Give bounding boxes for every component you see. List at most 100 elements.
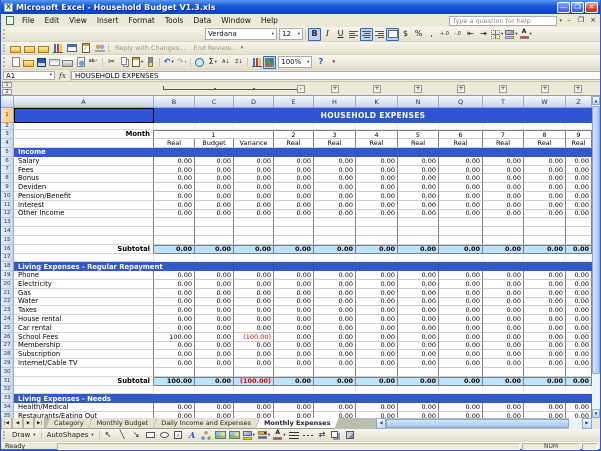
print-preview-button[interactable] [74, 56, 87, 69]
sort-descending-button[interactable]: Z↓ [232, 56, 245, 69]
redo-button[interactable]: ↷ ▾ [175, 56, 188, 69]
cell[interactable]: Real [274, 139, 314, 148]
cell[interactable]: 0.00 [356, 288, 398, 298]
cell[interactable] [314, 227, 356, 236]
previous-sheet-button[interactable]: ◀ [12, 418, 23, 429]
cell[interactable]: 0.00 [314, 279, 356, 289]
cell[interactable] [274, 385, 314, 395]
chevron-down-icon[interactable]: ▾ [215, 60, 217, 65]
cell[interactable]: 0.00 [154, 306, 195, 316]
cell[interactable]: 0.00 [274, 183, 314, 192]
cell[interactable]: 0.00 [314, 209, 356, 219]
spelling-button[interactable]: ab✓ [87, 56, 100, 69]
column-header-A[interactable]: A [14, 96, 154, 108]
cell[interactable]: 0.00 [195, 403, 234, 412]
cell[interactable]: 0.00 [314, 306, 356, 316]
cell[interactable] [274, 227, 314, 236]
cell[interactable] [398, 227, 439, 236]
cell[interactable]: 0.00 [483, 359, 524, 368]
cell[interactable] [524, 385, 566, 395]
cell[interactable] [398, 123, 439, 130]
font-color-button[interactable]: A ▾ [272, 429, 286, 442]
fill-color-button[interactable]: ▾ [504, 28, 518, 41]
row-label-cell[interactable] [14, 218, 154, 228]
row-header-7[interactable]: 7 [1, 165, 14, 175]
cell[interactable]: 5 [398, 130, 439, 139]
cell[interactable] [483, 235, 524, 245]
row-label-cell[interactable] [14, 227, 154, 236]
empty-cell[interactable] [14, 253, 154, 263]
folder-2-button[interactable] [37, 42, 50, 55]
restore-workbook-button[interactable]: ❐ [576, 16, 586, 26]
cell[interactable]: 0.00 [439, 209, 483, 219]
cell[interactable] [234, 227, 274, 236]
cell[interactable]: 100.00 [154, 376, 195, 386]
cell[interactable] [234, 123, 274, 130]
cell[interactable]: 3 [314, 130, 356, 139]
cell[interactable] [274, 253, 314, 263]
scroll-up-icon[interactable]: ▲ [592, 96, 600, 105]
cell[interactable]: 0.00 [439, 297, 483, 307]
cell[interactable]: 0.00 [356, 279, 398, 289]
cell[interactable]: Real [154, 139, 195, 148]
cell[interactable]: 0.00 [566, 244, 592, 254]
cell[interactable]: 0.00 [234, 359, 274, 368]
cell[interactable]: 0.00 [398, 341, 439, 351]
row-label-cell[interactable]: Other Income [14, 209, 154, 219]
select-all-corner[interactable] [1, 96, 14, 108]
cell[interactable]: 0.00 [195, 191, 234, 201]
column-header-W[interactable]: W [524, 96, 566, 108]
line-button[interactable]: ╲ [116, 429, 129, 442]
row-label-cell[interactable]: Salary [14, 156, 154, 166]
cell[interactable]: 0.00 [234, 279, 274, 289]
cell[interactable]: 0.00 [154, 341, 195, 351]
row-header-18[interactable]: 18 [1, 262, 14, 272]
sheet-tab-category[interactable]: Category [46, 418, 92, 429]
cell[interactable]: 0.00 [483, 341, 524, 351]
cell[interactable]: 0.00 [195, 174, 234, 184]
cell[interactable]: 0.00 [274, 341, 314, 351]
column-header-Q[interactable]: Q [439, 96, 483, 108]
cell[interactable]: 0.00 [398, 165, 439, 175]
row-header-11[interactable]: 11 [1, 200, 14, 210]
row-label-cell[interactable] [14, 367, 154, 377]
cell[interactable] [524, 367, 566, 377]
cell[interactable]: 0.00 [483, 332, 524, 342]
cell[interactable] [483, 367, 524, 377]
font-size-combo[interactable]: 12 ▾ [279, 28, 303, 40]
cell[interactable] [439, 235, 483, 245]
cell[interactable] [356, 235, 398, 245]
font-name-combo[interactable]: Verdana ▾ [205, 28, 277, 40]
folder-button[interactable] [23, 42, 36, 55]
cell[interactable]: 0.00 [398, 288, 439, 298]
borders-button[interactable]: ▾ [490, 28, 504, 41]
cell[interactable] [398, 385, 439, 395]
cell[interactable]: Variance [234, 139, 274, 148]
menu-item-view[interactable]: View [64, 16, 92, 25]
cell[interactable]: 0.00 [439, 165, 483, 175]
cell[interactable]: Real [314, 139, 356, 148]
cell[interactable]: 0.00 [274, 323, 314, 333]
sheet-tab-monthly-budget[interactable]: Monthly Budget [89, 418, 156, 429]
cell[interactable]: 0.00 [439, 315, 483, 324]
cell[interactable]: 1 [154, 130, 274, 139]
menu-item-help[interactable]: Help [256, 16, 283, 25]
cell[interactable]: 0.00 [195, 271, 234, 280]
cell[interactable]: 0.00 [154, 156, 195, 166]
row-label-cell[interactable]: Bonus [14, 174, 154, 184]
cell[interactable]: 0.00 [314, 191, 356, 201]
new-document-button[interactable] [9, 56, 22, 69]
row-header-20[interactable]: 20 [1, 279, 14, 289]
end-review-label[interactable]: End Review... [193, 44, 236, 52]
cell[interactable]: 0.00 [274, 244, 314, 254]
row-header-5[interactable]: 5 [1, 148, 14, 157]
menu-item-insert[interactable]: Insert [92, 16, 124, 25]
save-button[interactable] [35, 56, 48, 69]
row-header-33[interactable]: 33 [1, 394, 14, 404]
undo-button[interactable]: ↶ ▾ [162, 56, 175, 69]
chevron-down-icon[interactable]: ▾ [501, 32, 503, 37]
name-box[interactable]: A1 ▾ [3, 71, 55, 80]
close-workbook-button[interactable]: × [588, 16, 598, 26]
toolbar-options-button[interactable]: ▾ [327, 56, 340, 69]
cell[interactable]: 0.00 [524, 174, 566, 184]
